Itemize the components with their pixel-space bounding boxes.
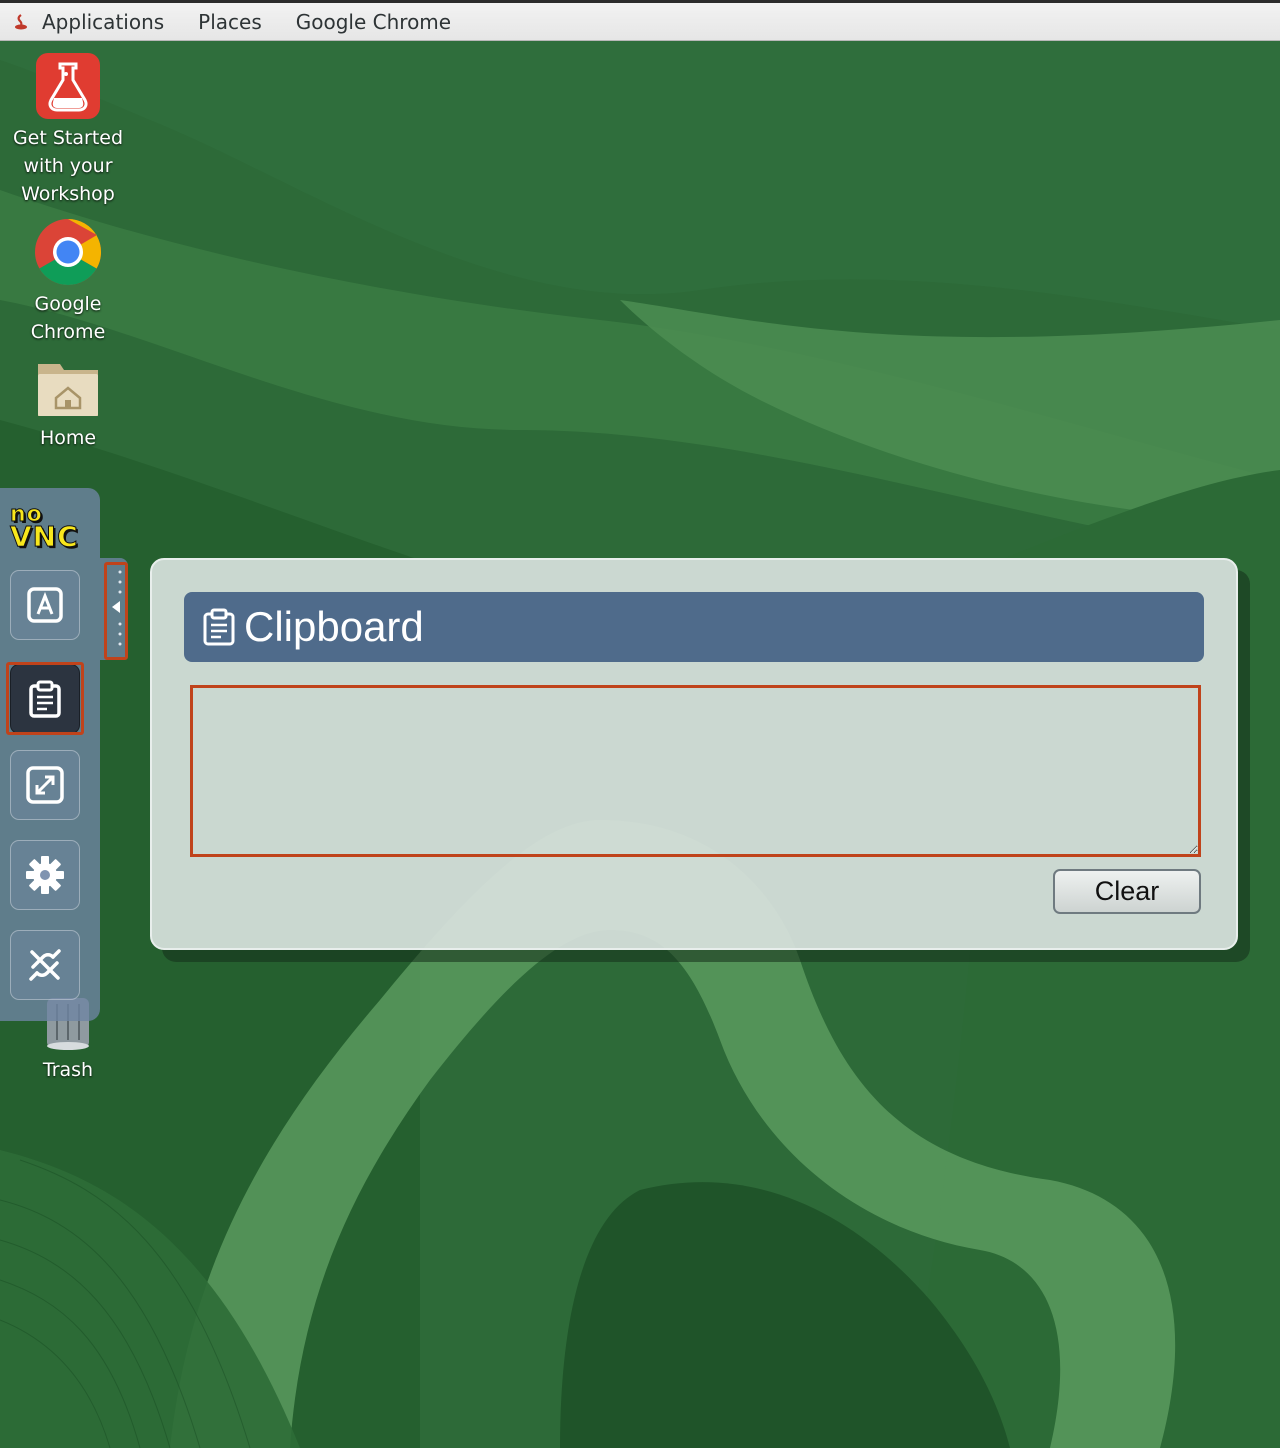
clipboard-textarea[interactable] xyxy=(190,685,1201,857)
home-folder-icon xyxy=(38,364,98,416)
applications-menu[interactable]: Applications xyxy=(12,4,164,40)
keyboard-a-icon xyxy=(27,587,63,623)
clipboard-button[interactable] xyxy=(10,664,80,734)
desktop-icon-label: Trash xyxy=(42,1059,94,1081)
clear-button[interactable]: Clear xyxy=(1053,869,1201,914)
flask-icon xyxy=(36,53,100,119)
desktop-icon-label: Google Chrome xyxy=(30,293,106,343)
settings-button[interactable] xyxy=(10,840,80,910)
clipboard-title-icon xyxy=(203,608,235,646)
applications-label: Applications xyxy=(42,9,165,34)
top-menu-bar: Applications Places Google Chrome xyxy=(0,0,1280,41)
novnc-logo-vnc: VNC xyxy=(10,520,79,553)
places-menu[interactable]: Places xyxy=(198,4,262,40)
control-bar-handle[interactable] xyxy=(100,558,128,660)
extra-keys-button[interactable] xyxy=(10,570,80,640)
clipboard-title: Clipboard xyxy=(244,603,424,650)
desktop-icon-get-started[interactable]: Get Started with your Workshop xyxy=(0,52,136,208)
caret-left-icon xyxy=(112,570,122,646)
clipboard-header: Clipboard xyxy=(184,592,1204,662)
novnc-control-bar: no VNC xyxy=(0,488,100,1021)
fullscreen-icon xyxy=(26,766,64,804)
desktop-icon-label: Get Started with your Workshop xyxy=(12,127,124,205)
clipboard-icon xyxy=(29,680,61,718)
chrome-icon xyxy=(35,218,102,286)
novnc-logo: no VNC xyxy=(10,503,79,553)
disconnect-button[interactable] xyxy=(10,930,80,1000)
desktop-icon-label: Home xyxy=(39,427,97,449)
gear-icon xyxy=(26,856,64,894)
google-chrome-menu[interactable]: Google Chrome xyxy=(296,4,451,40)
desktop-icon-home[interactable]: Home xyxy=(0,356,136,452)
places-label: Places xyxy=(198,9,262,34)
disconnect-icon xyxy=(29,949,61,981)
google-chrome-label: Google Chrome xyxy=(295,9,452,34)
desktop-icon-google-chrome[interactable]: Google Chrome xyxy=(0,218,136,346)
applications-icon xyxy=(15,13,27,29)
clipboard-panel: Clipboard Clear xyxy=(150,558,1238,950)
fullscreen-button[interactable] xyxy=(10,750,80,820)
